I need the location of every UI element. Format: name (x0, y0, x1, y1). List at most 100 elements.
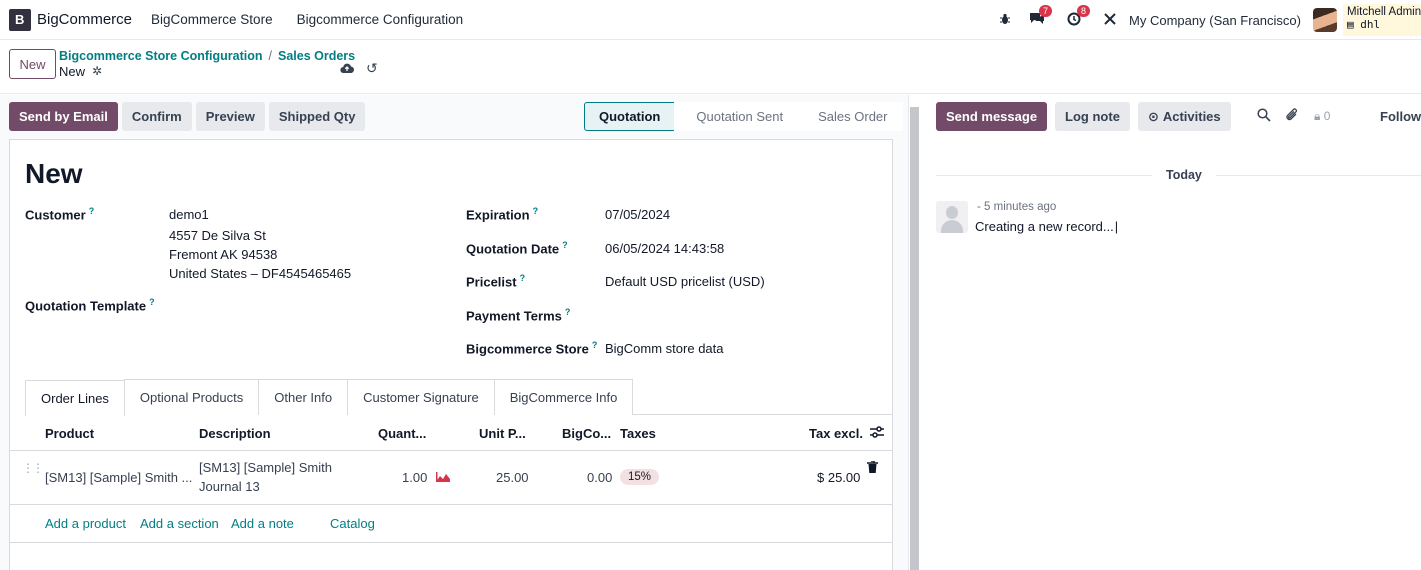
customer-label: Customer? (25, 206, 95, 223)
user-menu[interactable]: Mitchell Admin ▤ dhl (1343, 4, 1421, 36)
send-message-button[interactable]: Send message (936, 102, 1048, 131)
quotation-template-label: Quotation Template? (25, 297, 155, 314)
stage-quotation-sent[interactable]: Quotation Sent (674, 102, 799, 131)
messages-icon[interactable]: 7 (1029, 4, 1053, 29)
col-product[interactable]: Product (45, 426, 94, 441)
col-taxes[interactable]: Taxes (620, 426, 656, 441)
top-navbar: BigCommerce BigCommerce Store Bigcommerc… (0, 0, 1421, 40)
add-section-link[interactable]: Add a section (140, 516, 219, 531)
shipped-qty-button[interactable]: Shipped Qty (268, 102, 366, 131)
menu-bigcommerce-configuration[interactable]: Bigcommerce Configuration (297, 12, 464, 27)
tools-icon[interactable] (1103, 12, 1117, 29)
expiration-field[interactable]: 07/05/2024 (605, 207, 670, 222)
breadcrumb-separator: / (268, 49, 272, 63)
paperclip-icon[interactable] (1285, 108, 1299, 125)
scrollbar-thumb[interactable] (910, 107, 919, 570)
database-icon: ▤ (1347, 18, 1354, 31)
row-description-line1[interactable]: [SM13] [Sample] Smith (199, 460, 332, 475)
pane-splitter[interactable] (908, 95, 920, 570)
col-bigcommerce[interactable]: BigCo... (562, 426, 611, 441)
record-name: New (59, 64, 86, 79)
expiration-label: Expiration? (466, 206, 539, 223)
row-description-line2[interactable]: Journal 13 (199, 479, 260, 494)
tab-bigcommerce-info[interactable]: BigCommerce Info (493, 379, 634, 415)
lock-icon: 🔒︎ (1314, 109, 1321, 123)
row-product[interactable]: [SM13] [Sample] Smith ... (45, 470, 192, 485)
follow-button[interactable]: Follow (1380, 109, 1421, 124)
stage-quotation[interactable]: Quotation (584, 102, 677, 131)
control-panel: New Bigcommerce Store Configuration / Sale… (0, 40, 1421, 94)
drag-handle-icon[interactable]: ⋮⋮ (22, 461, 44, 475)
pricelist-field[interactable]: Default USD pricelist (USD) (605, 274, 765, 289)
bug-icon[interactable] (999, 12, 1011, 28)
row-unit-price[interactable]: 25.00 (496, 470, 529, 485)
add-product-link[interactable]: Add a product (45, 516, 126, 531)
chatter-buttons: Send message Log note ⊙ Activities (936, 102, 1231, 131)
user-name: Mitchell Admin (1347, 6, 1421, 18)
customer-address-line3: United States – DF4545465465 (169, 266, 352, 281)
author-avatar[interactable] (936, 201, 968, 233)
quotation-date-label: Quotation Date? (466, 240, 568, 257)
gear-icon[interactable]: ✲ (92, 64, 102, 78)
trash-icon[interactable] (867, 460, 878, 476)
confirm-button[interactable]: Confirm (121, 102, 192, 131)
search-icon[interactable] (1257, 108, 1271, 125)
message-time: - 5 minutes ago (977, 201, 1057, 213)
bigcommerce-store-field[interactable]: BigComm store data (605, 341, 724, 356)
save-cloud-icon[interactable] (340, 62, 355, 77)
company-switcher[interactable]: My Company (San Francisco) (1129, 13, 1301, 28)
activities-button[interactable]: ⊙ Activities (1137, 102, 1231, 131)
col-quantity[interactable]: Quant... (378, 426, 426, 441)
date-label-today: Today (1152, 168, 1216, 182)
row-subtotal: $ 25.00 (817, 470, 861, 485)
tab-order-lines[interactable]: Order Lines (25, 380, 125, 416)
add-lines-row: Add a product Add a section Add a note C… (10, 505, 892, 543)
breadcrumb: Bigcommerce Store Configuration / Sales Or… (59, 49, 355, 63)
menu-bigcommerce-store[interactable]: BigCommerce Store (151, 12, 273, 27)
customer-address-line2: Fremont AK 94538 (169, 247, 278, 262)
col-tax-excl[interactable]: Tax excl. (809, 426, 863, 441)
action-buttons: Send by Email Confirm Preview Shipped Qt… (9, 102, 366, 131)
tax-badge[interactable]: 15% (620, 469, 660, 485)
col-description[interactable]: Description (199, 426, 271, 441)
breadcrumb-sales-orders[interactable]: Sales Orders (278, 49, 355, 63)
apps-menu-icon[interactable] (9, 8, 31, 31)
row-bigcommerce[interactable]: 0.00 (587, 470, 612, 485)
messages-badge: 7 (1039, 4, 1053, 17)
catalog-link[interactable]: Catalog (330, 516, 375, 531)
add-note-link[interactable]: Add a note (231, 516, 294, 531)
tab-customer-signature[interactable]: Customer Signature (347, 379, 495, 415)
chatter-pane: Send message Log note ⊙ Activities 🔒︎ 0 F… (920, 95, 1421, 570)
notebook-tabs: Order Lines Optional Products Other Info… (25, 379, 893, 416)
table-row[interactable]: ⋮⋮ [SM13] [Sample] Smith ... [SM13] [Sam… (10, 451, 892, 505)
customer-name[interactable]: demo1 (169, 207, 209, 222)
clock-icon: ⊙ (1147, 108, 1159, 124)
bigcommerce-store-label: Bigcommerce Store? (466, 340, 598, 357)
activities-badge: 8 (1077, 4, 1091, 17)
payment-terms-label: Payment Terms? (466, 307, 571, 324)
tab-optional-products[interactable]: Optional Products (123, 379, 260, 415)
order-lines-table: Product Description Quant... Unit P... B… (10, 415, 892, 543)
new-button[interactable]: New (9, 49, 56, 79)
col-unit-price[interactable]: Unit P... (479, 426, 526, 441)
form-sheet: New Customer? demo1 4557 De Silva St Fre… (9, 139, 893, 570)
followers-button[interactable]: 🔒︎ 0 (1314, 109, 1330, 124)
column-settings-icon[interactable] (870, 426, 884, 441)
send-by-email-button[interactable]: Send by Email (9, 102, 118, 131)
discard-icon[interactable]: ↺ (366, 60, 378, 77)
forecast-chart-icon[interactable] (436, 471, 450, 482)
preview-button[interactable]: Preview (195, 102, 265, 131)
activities-clock-icon[interactable]: 8 (1067, 4, 1091, 29)
tab-other-info[interactable]: Other Info (258, 379, 349, 415)
quotation-date-field[interactable]: 06/05/2024 14:43:58 (605, 241, 724, 256)
table-header: Product Description Quant... Unit P... B… (10, 415, 892, 451)
pricelist-label: Pricelist? (466, 273, 526, 290)
row-quantity[interactable]: 1.00 (402, 470, 427, 485)
user-avatar[interactable] (1313, 8, 1337, 32)
systray: 7 8 My Company (San Francisco) Mitchell … (999, 0, 1421, 40)
stage-sales-order[interactable]: Sales Order (796, 102, 903, 131)
breadcrumb-store-config[interactable]: Bigcommerce Store Configuration (59, 49, 263, 63)
app-name[interactable]: BigCommerce (37, 11, 132, 28)
message-body: Creating a new record... (975, 219, 1118, 234)
log-note-button[interactable]: Log note (1055, 102, 1130, 131)
